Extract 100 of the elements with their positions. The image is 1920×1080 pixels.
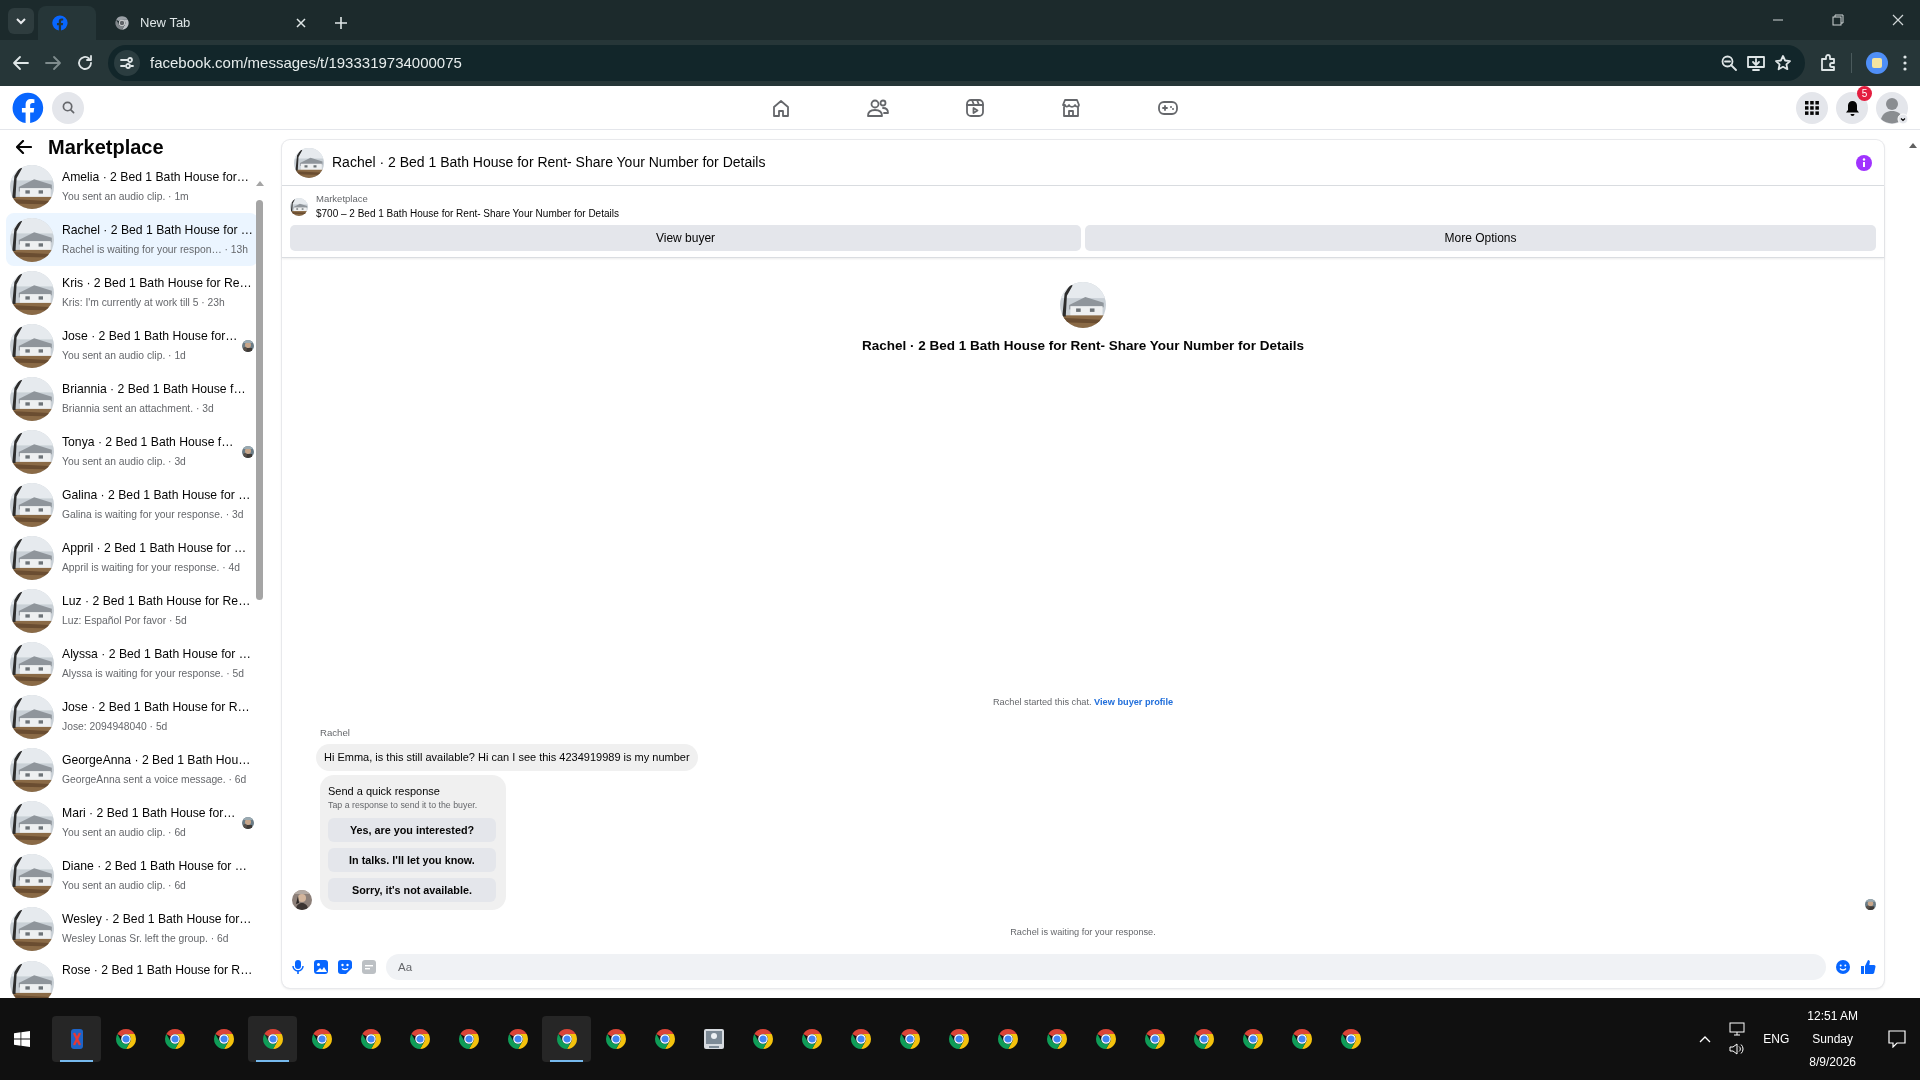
panel-title: Marketplace (48, 136, 164, 158)
shop-icon[interactable] (1061, 97, 1081, 118)
notification-center-icon[interactable] (1888, 1030, 1906, 1048)
chevron-up-icon[interactable] (1699, 1035, 1712, 1043)
profile-avatar-icon[interactable] (1866, 52, 1888, 74)
microphone-icon[interactable] (292, 960, 304, 974)
search-button[interactable] (52, 91, 84, 124)
new-tab-icon[interactable] (334, 16, 348, 30)
conversation-title: GeorgeAnna · 2 Bed 1 Bath Hou… (62, 752, 252, 770)
photo-icon[interactable] (314, 960, 328, 974)
conversation-item[interactable]: Kris · 2 Bed 1 Bath House for Re… Kris: I'm currently at work till 5 · 23h (6, 266, 258, 319)
status-note: Rachel is waiting for your response. (1009, 926, 1157, 940)
message-preview: Luz: Español Por favor · 5d (62, 614, 188, 629)
conversation-item[interactable]: Appril · 2 Bed 1 Bath House for … Appril is waiting for your response. · 4d (6, 531, 258, 584)
app-icon (702, 1028, 725, 1050)
quick-reply-button[interactable]: In talks. I'll let you know. (328, 848, 496, 873)
windows-start-icon[interactable] (14, 1031, 30, 1047)
message-preview: Rachel is waiting for your respon… · 13h (62, 243, 249, 258)
extensions-icon[interactable] (1819, 54, 1837, 72)
info-icon[interactable] (1856, 154, 1872, 171)
message-input[interactable]: Aa (386, 954, 1826, 980)
grid-icon (1805, 100, 1819, 115)
chrome-icon (505, 1027, 530, 1051)
back-arrow-icon[interactable] (16, 140, 32, 154)
volume-icon[interactable] (1729, 1042, 1746, 1056)
thumbs-up-icon[interactable] (1860, 959, 1876, 975)
message-preview: Briannia sent an attachment. · 3d (62, 402, 215, 417)
scroll-up-icon[interactable] (1909, 141, 1917, 148)
reload-icon[interactable] (76, 54, 94, 72)
close-icon[interactable] (1892, 14, 1904, 26)
restore-icon[interactable] (1832, 14, 1844, 26)
conversation-item[interactable]: Jose · 2 Bed 1 Bath House for R… Jose: 2094948040 · 5d (6, 690, 258, 743)
quick-reply-button[interactable]: Sorry, it's not available. (328, 878, 496, 903)
message-preview: Appril is waiting for your response. · 4d (62, 561, 241, 576)
forward-arrow-icon[interactable] (44, 54, 62, 72)
chrome-icon (358, 1027, 383, 1051)
facebook-logo[interactable] (12, 91, 44, 124)
quick-reply-button[interactable]: Yes, are you interested? (328, 818, 496, 843)
conversation-item[interactable]: Briannia · 2 Bed 1 Bath House f… Briannia sent an attachment. · 3d (6, 372, 258, 425)
scrollbar-thumb[interactable] (256, 200, 263, 600)
chrome-icon (1044, 1027, 1069, 1051)
close-icon[interactable] (296, 18, 306, 28)
conversation-item[interactable]: Alyssa · 2 Bed 1 Bath House for … Alyssa is waiting for your response. · 5d (6, 637, 258, 690)
chrome-icon (260, 1027, 285, 1051)
action-button[interactable]: View buyer (290, 225, 1081, 252)
friends-icon[interactable] (867, 97, 889, 118)
zoom-icon[interactable] (1721, 55, 1737, 71)
chrome-icon (1240, 1027, 1265, 1051)
taskbar-app[interactable] (542, 1016, 591, 1062)
browser-tab[interactable]: New Tab (100, 6, 320, 40)
bookmark-star-icon[interactable] (1775, 55, 1791, 71)
action-button[interactable]: More Options (1085, 225, 1876, 252)
home-icon[interactable] (771, 97, 791, 118)
menu-icon[interactable] (1902, 54, 1908, 72)
language-indicator[interactable]: ENG (1763, 1030, 1790, 1048)
gamepad-icon[interactable] (1157, 98, 1179, 117)
emoji-icon[interactable] (1836, 960, 1850, 974)
bell-icon (1844, 99, 1860, 116)
conversation-item[interactable]: Galina · 2 Bed 1 Bath House for … Galina is waiting for your response. · 3d (6, 478, 258, 531)
chrome-icon (750, 1027, 775, 1051)
sender-name: Rachel (320, 725, 351, 740)
message-preview: Kris: I'm currently at work till 5 · 23h (62, 296, 226, 311)
address-bar[interactable]: facebook.com/messages/t/1933319734000075 (108, 45, 1805, 81)
message-preview: Galina is waiting for your response. · 3d (62, 508, 245, 523)
message-preview: You sent an audio clip. · 1d (62, 349, 187, 364)
conversation-title: Rachel · 2 Bed 1 Bath House for … (62, 222, 254, 240)
chrome-icon (113, 1027, 138, 1051)
install-app-icon[interactable] (1747, 55, 1765, 71)
conversation-item[interactable]: Rachel · 2 Bed 1 Bath House for … Rachel is waiting for your respon… · 13h (6, 213, 258, 266)
view-profile-link[interactable]: View buyer profile (1094, 696, 1174, 707)
sticker-icon[interactable] (338, 960, 352, 974)
taskbar-app[interactable] (52, 1016, 101, 1062)
conversation-item[interactable]: Diane · 2 Bed 1 Bath House for … You sent an audio clip. · 6d (6, 849, 258, 902)
notifications-button[interactable] (1836, 91, 1868, 124)
conversation-item[interactable]: GeorgeAnna · 2 Bed 1 Bath Hou… GeorgeAnna sent a voice message. · 6d (6, 743, 258, 796)
conversation-item[interactable]: Mari · 2 Bed 1 Bath House for… You sent an audio clip. · 6d (6, 796, 258, 849)
chat-title: Rachel · 2 Bed 1 Bath House for Rent- Share Your Number for Details (332, 153, 766, 172)
conversation-item[interactable]: Jose · 2 Bed 1 Bath House for… You sent an audio clip. · 1d (6, 319, 258, 372)
account-avatar-icon[interactable] (1876, 91, 1908, 124)
site-settings-icon[interactable] (120, 56, 134, 70)
conversation-item[interactable]: Tonya · 2 Bed 1 Bath House f… You sent an audio clip. · 3d (6, 425, 258, 478)
conversation-title: Jose · 2 Bed 1 Bath House for R… (62, 699, 251, 717)
back-arrow-icon[interactable] (12, 54, 30, 72)
video-icon[interactable] (965, 97, 985, 118)
message-preview: Wesley Lonas Sr. left the group. · 6d (62, 932, 230, 947)
tab-list-button[interactable] (8, 8, 34, 34)
chrome-icon (799, 1027, 824, 1051)
conversation-item[interactable]: Amelia · 2 Bed 1 Bath House for… You sent an audio clip. · 1m (6, 160, 258, 213)
taskbar-app[interactable] (248, 1016, 297, 1062)
clock-day: Sunday (1812, 1030, 1853, 1048)
conversation-title: Rose · 2 Bed 1 Bath House for R… (62, 962, 254, 979)
chrome-icon (456, 1027, 481, 1051)
menu-button[interactable] (1796, 91, 1828, 124)
chrome-icon (848, 1027, 873, 1051)
facebook-logo[interactable] (52, 15, 68, 31)
network-icon[interactable] (1729, 1022, 1746, 1036)
conversation-title: Amelia · 2 Bed 1 Bath House for… (62, 169, 250, 187)
conversation-item[interactable]: Luz · 2 Bed 1 Bath House for Re… Luz: Español Por favor · 5d (6, 584, 258, 637)
conversation-item[interactable]: Wesley · 2 Bed 1 Bath House for… Wesley Lonas Sr. left the group. · 6d (6, 902, 258, 955)
chrome-icon (309, 1027, 334, 1051)
